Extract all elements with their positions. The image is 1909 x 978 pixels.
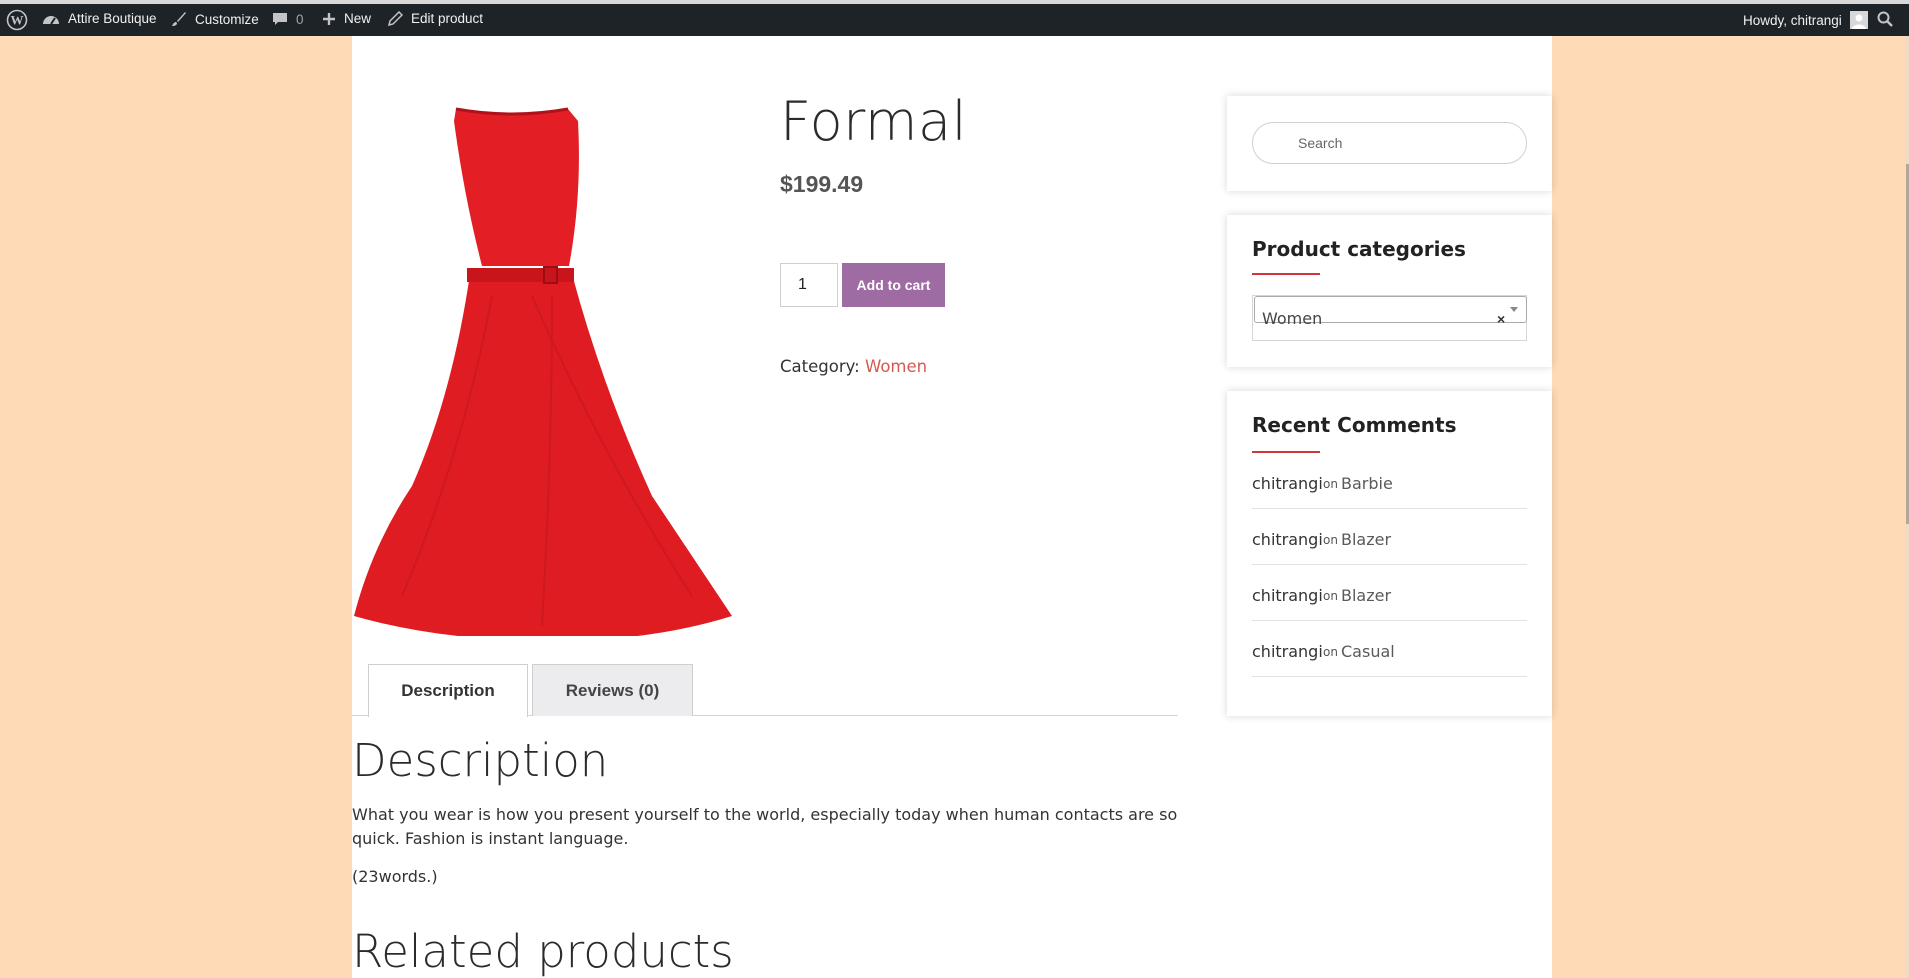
tab-description[interactable]: Description bbox=[368, 664, 528, 717]
category-select[interactable]: Women × bbox=[1252, 295, 1527, 341]
site-name: Attire Boutique bbox=[68, 11, 157, 26]
pencil-icon bbox=[388, 11, 403, 26]
select-value: Women bbox=[1262, 309, 1323, 328]
top-border bbox=[0, 0, 1909, 4]
admin-bar: W Attire Boutique Customize 0 New Edit p… bbox=[0, 0, 1909, 36]
title-underline bbox=[1252, 273, 1320, 275]
comment-on: on bbox=[1323, 589, 1338, 603]
comment-post-link[interactable]: Blazer bbox=[1341, 530, 1391, 549]
edit-product-link[interactable]: Edit product bbox=[388, 11, 483, 26]
product-tabs: Description Reviews (0) bbox=[352, 664, 1178, 717]
comments-title: Recent Comments bbox=[1252, 413, 1457, 437]
comment-author[interactable]: chitrangi bbox=[1252, 530, 1323, 549]
clear-icon[interactable]: × bbox=[1497, 311, 1505, 327]
tab-reviews[interactable]: Reviews (0) bbox=[532, 664, 693, 716]
comment-author[interactable]: chitrangi bbox=[1252, 642, 1323, 661]
dashboard-icon bbox=[43, 15, 59, 25]
product-image[interactable] bbox=[352, 96, 748, 636]
description-heading: Description bbox=[352, 734, 609, 787]
comment-item: chitrangi on Blazer bbox=[1252, 565, 1527, 621]
greeting: Howdy, chitrangi bbox=[1743, 12, 1842, 28]
cart-form: 1 Add to cart bbox=[780, 263, 945, 307]
word-count: (23words.) bbox=[352, 867, 438, 886]
category-link[interactable]: Women bbox=[865, 357, 927, 376]
comment-post-link[interactable]: Barbie bbox=[1341, 474, 1393, 493]
comment-post-link[interactable]: Casual bbox=[1341, 642, 1395, 661]
comment-item: chitrangi on Casual bbox=[1252, 621, 1527, 677]
customize-link[interactable]: Customize bbox=[171, 11, 259, 27]
comment-bubble-icon bbox=[273, 13, 287, 25]
comment-author[interactable]: chitrangi bbox=[1252, 586, 1323, 605]
comment-on: on bbox=[1323, 533, 1338, 547]
product-category: Category: Women bbox=[780, 357, 927, 376]
comments-link[interactable]: 0 bbox=[272, 11, 304, 27]
brush-icon bbox=[172, 12, 186, 26]
product-price: $199.49 bbox=[780, 171, 864, 197]
category-label: Category: bbox=[780, 357, 860, 376]
site-name-link[interactable]: Attire Boutique bbox=[42, 11, 157, 26]
edit-product-label: Edit product bbox=[411, 11, 484, 26]
svg-text:W: W bbox=[11, 13, 24, 28]
product-title: Formal bbox=[780, 90, 968, 153]
comment-item: chitrangi on Blazer bbox=[1252, 509, 1527, 565]
search-input[interactable]: Search bbox=[1252, 122, 1527, 164]
comment-item: chitrangi on Barbie bbox=[1252, 453, 1527, 509]
avatar-icon bbox=[1849, 11, 1868, 29]
page-content: Formal $199.49 1 Add to cart Category: W… bbox=[352, 36, 1552, 978]
categories-title: Product categories bbox=[1252, 237, 1466, 261]
related-products-heading: Related products bbox=[352, 925, 734, 978]
quantity-input[interactable]: 1 bbox=[780, 263, 838, 307]
chevron-down-icon bbox=[1510, 307, 1518, 312]
account-menu[interactable]: Howdy, chitrangi bbox=[1743, 11, 1868, 29]
comment-author[interactable]: chitrangi bbox=[1252, 474, 1323, 493]
search-widget: Search bbox=[1227, 96, 1552, 191]
comment-post-link[interactable]: Blazer bbox=[1341, 586, 1391, 605]
product-categories-widget: Product categories Women × bbox=[1227, 215, 1552, 367]
customize-label: Customize bbox=[195, 11, 259, 27]
comments-count: 0 bbox=[296, 11, 304, 27]
search-icon[interactable] bbox=[1877, 11, 1893, 27]
wordpress-logo-icon[interactable]: W bbox=[6, 9, 28, 31]
add-to-cart-button[interactable]: Add to cart bbox=[842, 263, 945, 307]
comment-on: on bbox=[1323, 477, 1338, 491]
description-text: What you wear is how you present yoursel… bbox=[352, 805, 1178, 848]
plus-icon bbox=[323, 12, 335, 25]
comment-on: on bbox=[1323, 645, 1338, 659]
product-summary: Formal $199.49 1 Add to cart Category: W… bbox=[780, 90, 1180, 376]
recent-comments-widget: Recent Comments chitrangi on Barbie chit… bbox=[1227, 391, 1552, 716]
new-content-link[interactable]: New bbox=[322, 11, 371, 26]
new-label: New bbox=[344, 11, 372, 26]
